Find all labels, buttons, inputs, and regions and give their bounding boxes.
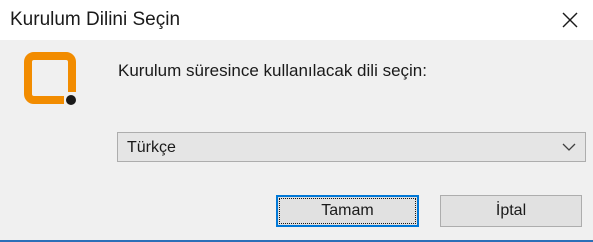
ok-button[interactable]: Tamam	[276, 195, 419, 227]
instruction-text: Kurulum süresince kullanılacak dili seçi…	[118, 61, 427, 80]
language-dialog: Kurulum Dilini Seçin Kurulum süresince k…	[0, 0, 593, 242]
ok-button-focus: Tamam	[279, 198, 416, 224]
ok-button-label: Tamam	[321, 202, 374, 219]
cancel-button-label: İptal	[495, 202, 527, 219]
title-bar: Kurulum Dilini Seçin	[0, 0, 593, 40]
window-title: Kurulum Dilini Seçin	[10, 9, 181, 30]
dialog-body: Kurulum süresince kullanılacak dili seçi…	[0, 40, 593, 240]
language-select[interactable]: Türkçe	[117, 132, 586, 162]
close-icon	[562, 12, 578, 28]
chevron-down-icon	[562, 143, 576, 151]
language-select-value: Türkçe	[127, 139, 176, 156]
close-button[interactable]	[555, 6, 585, 34]
cancel-button[interactable]: İptal	[440, 195, 582, 227]
installer-logo-icon	[24, 52, 78, 106]
